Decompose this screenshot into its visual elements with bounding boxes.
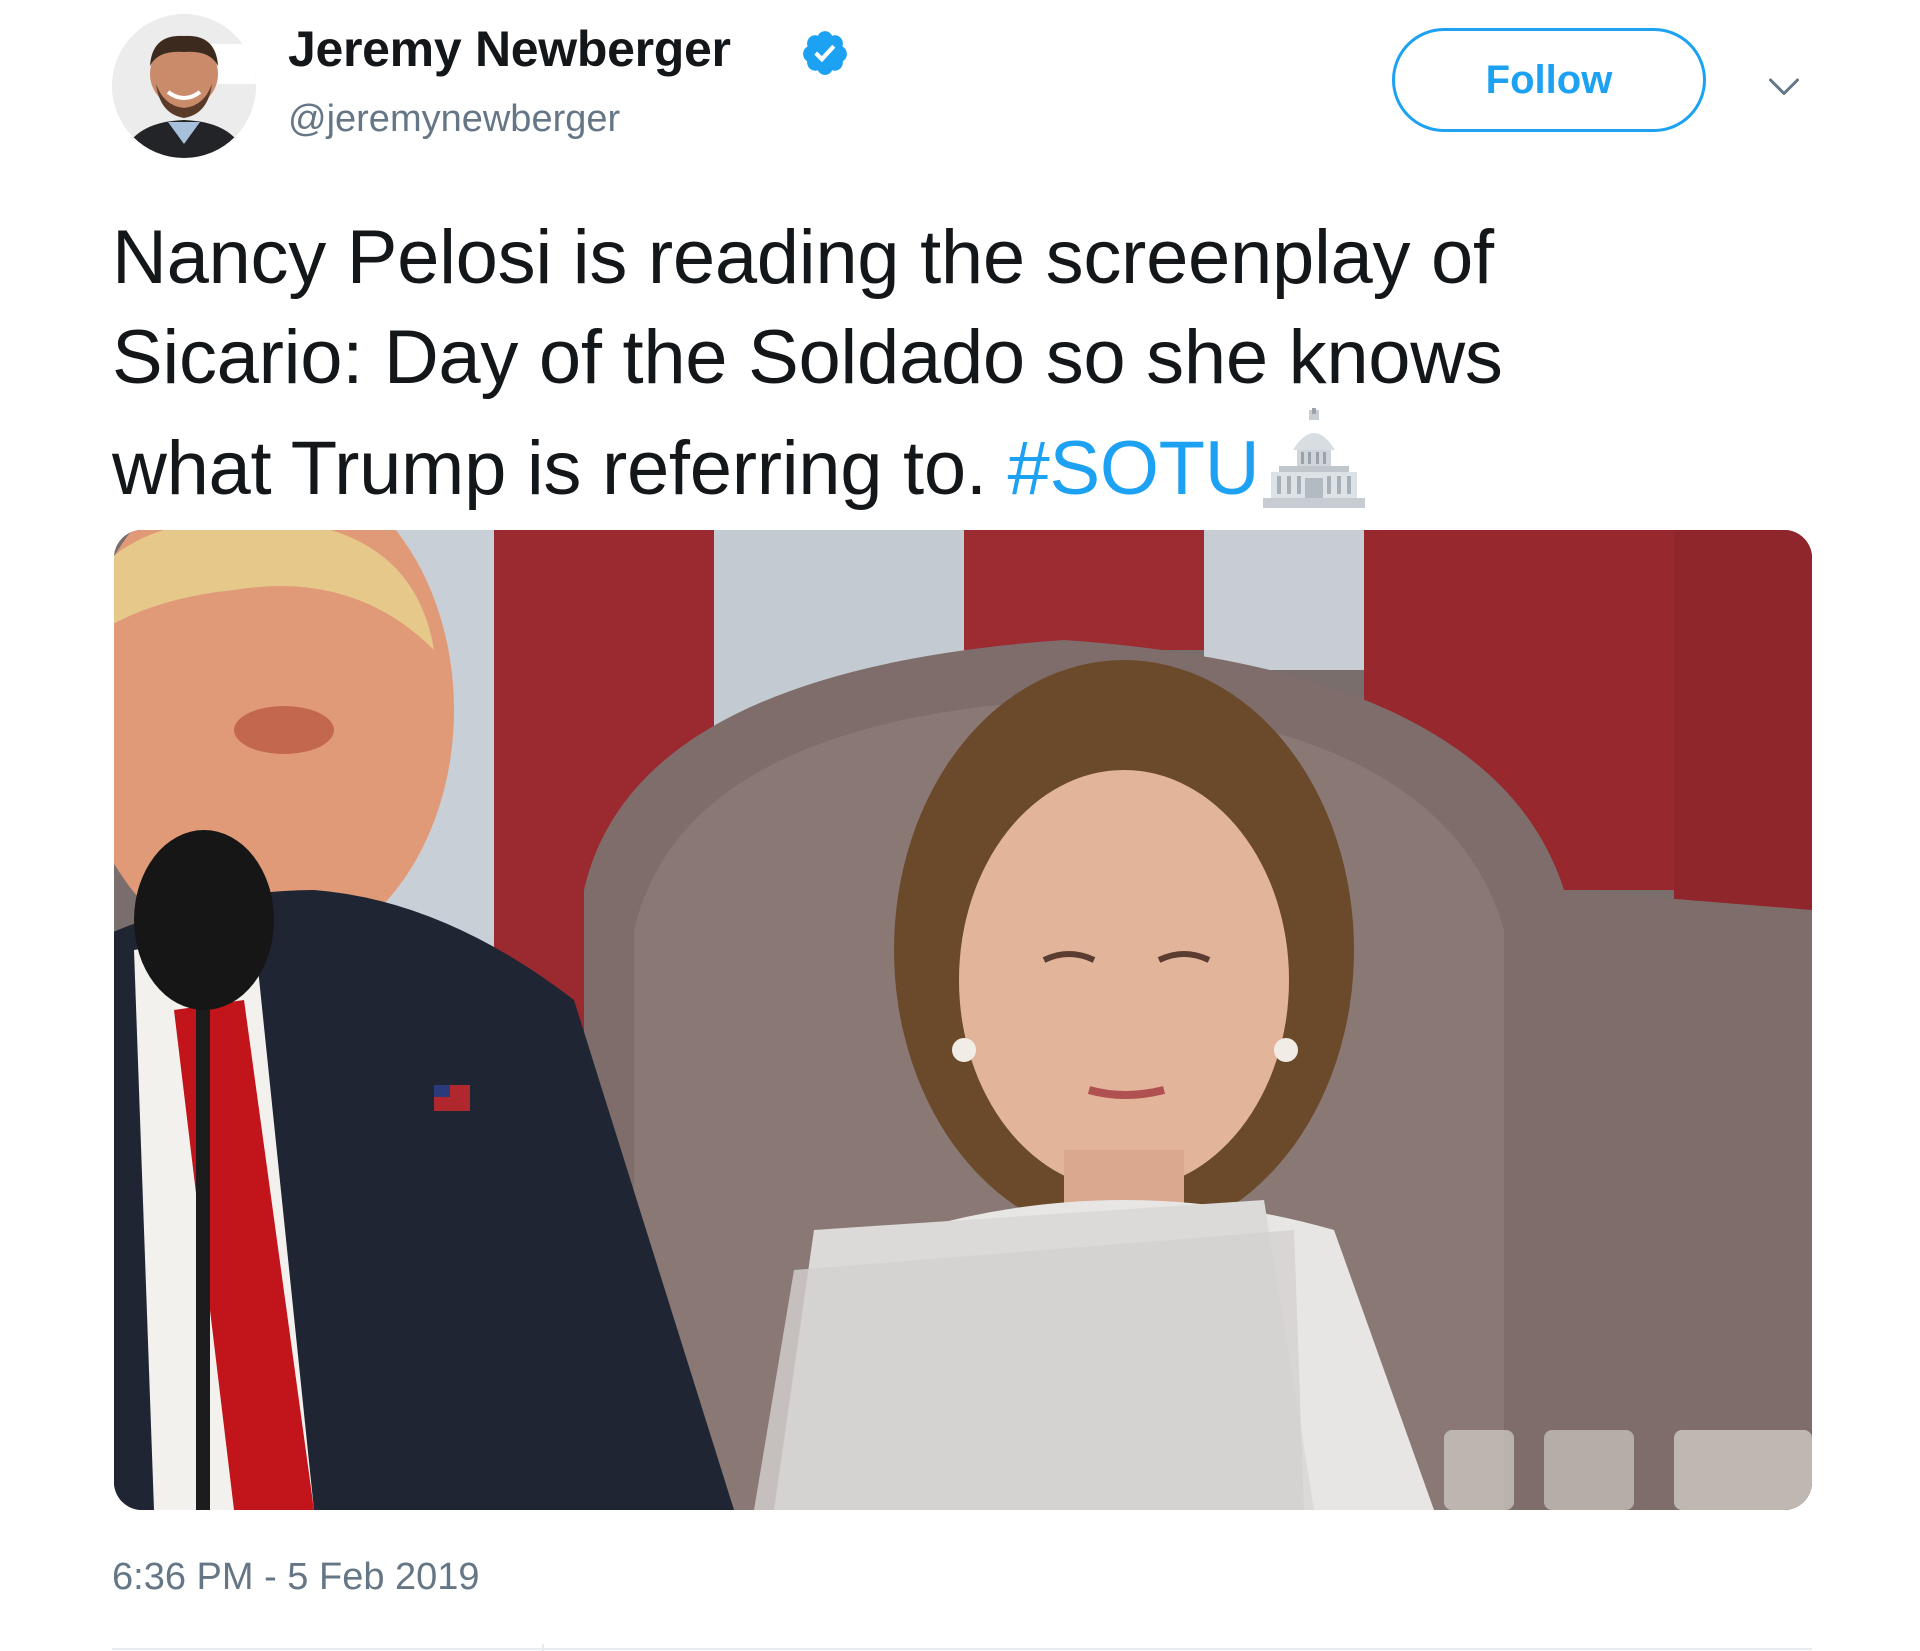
- tweet-text: Nancy Pelosi is reading the screenplay o…: [112, 208, 1812, 519]
- tweet-text-line-1: Nancy Pelosi is reading the screenplay o…: [112, 215, 1494, 300]
- tweet-media-photo[interactable]: [114, 530, 1812, 1510]
- author-name[interactable]: Jeremy Newberger: [288, 20, 731, 78]
- stats-divider: [112, 1648, 1812, 1650]
- capitol-building-icon: [1263, 408, 1366, 508]
- tweet-text-line-3: what Trump is referring to. #SOTU: [112, 408, 1812, 519]
- embedded-photo: [114, 530, 1812, 1510]
- chevron-down-icon[interactable]: [1766, 68, 1802, 104]
- verified-badge-icon: [803, 31, 847, 75]
- tweet-card: Jeremy Newberger @jeremynewberger Follow…: [0, 0, 1920, 1651]
- author-avatar[interactable]: [112, 14, 256, 158]
- tweet-text-line-3-body: what Trump is referring to.: [112, 426, 1008, 511]
- avatar-photo: [112, 14, 256, 158]
- hashtag-link[interactable]: #SOTU: [1007, 426, 1259, 511]
- stats-divider-tick: [542, 1644, 544, 1651]
- follow-button[interactable]: Follow: [1392, 28, 1706, 132]
- tweet-timestamp[interactable]: 6:36 PM - 5 Feb 2019: [112, 1556, 480, 1599]
- author-handle[interactable]: @jeremynewberger: [288, 98, 620, 141]
- tweet-text-line-2: Sicario: Day of the Soldado so she knows: [112, 315, 1503, 400]
